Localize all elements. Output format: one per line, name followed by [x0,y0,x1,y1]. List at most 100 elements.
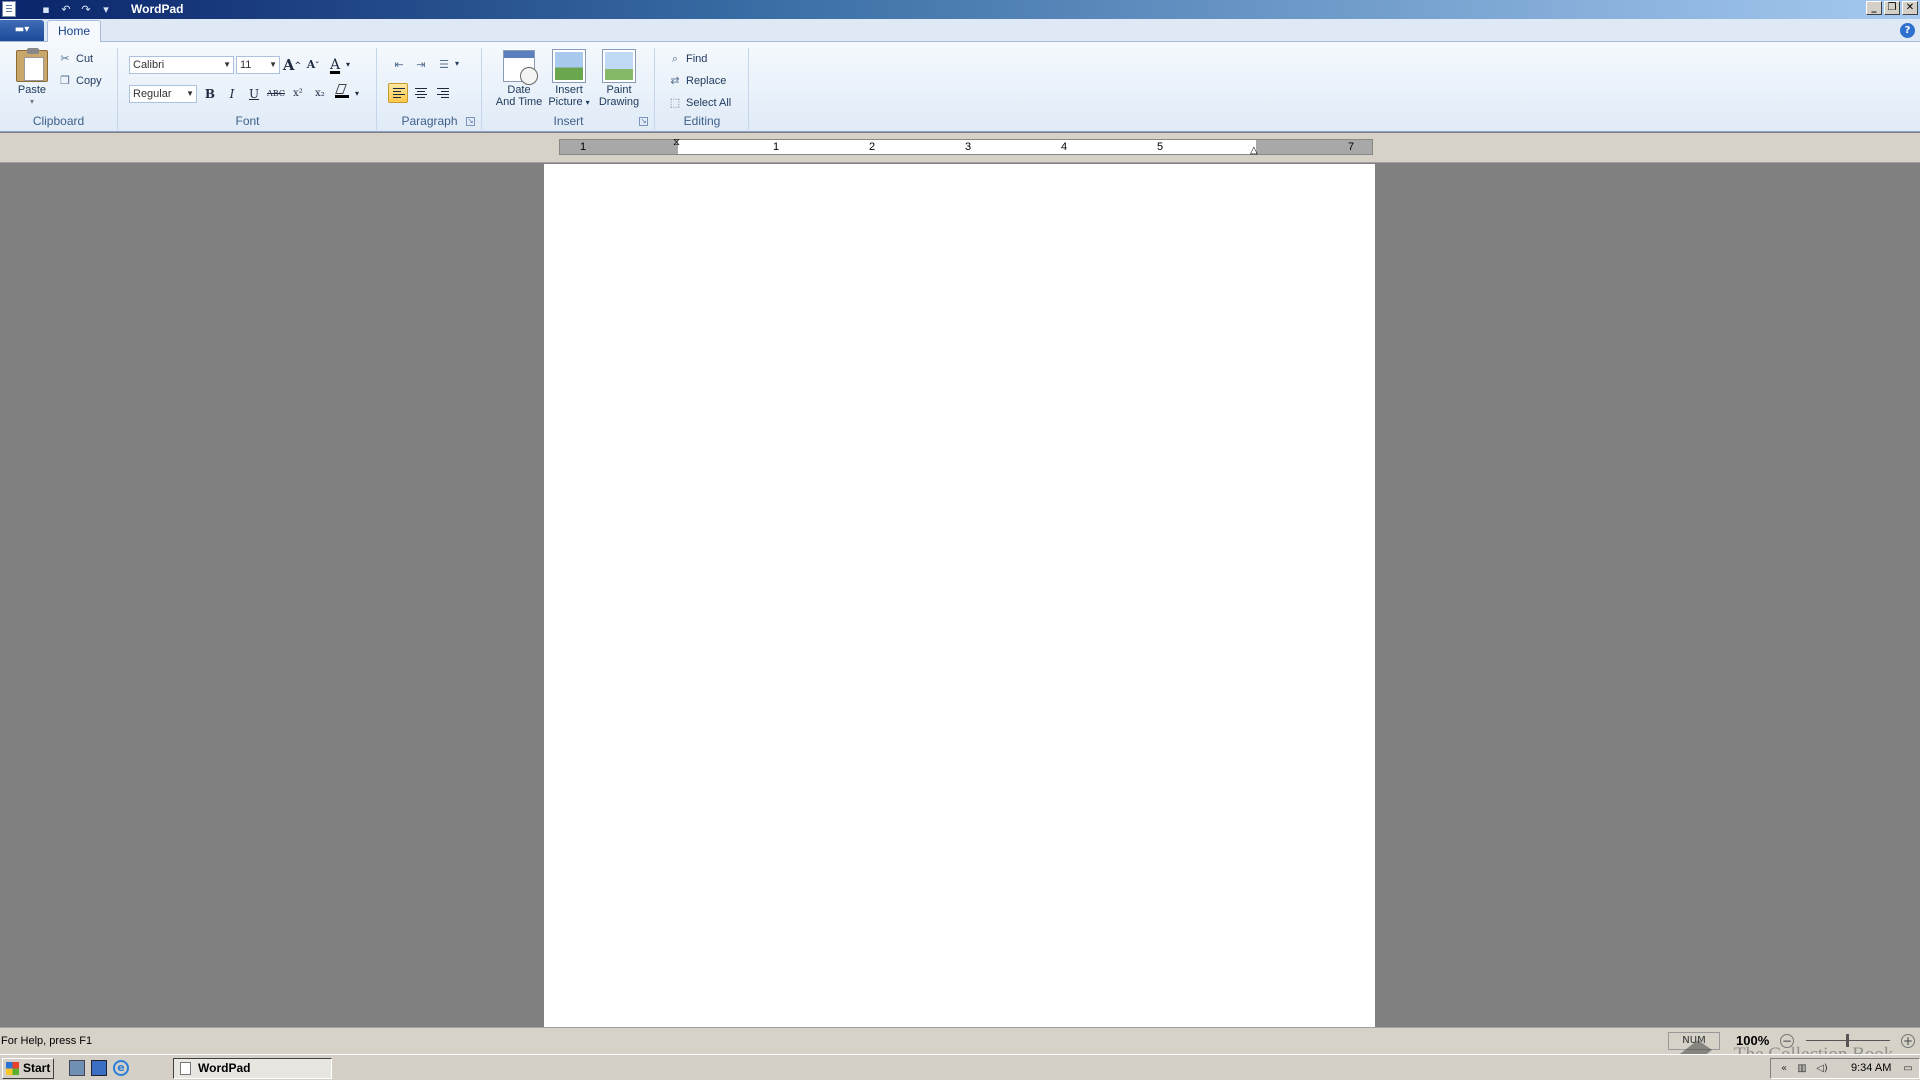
italic-button[interactable]: I [222,84,242,104]
replace-button[interactable]: ⇄ Replace [668,72,726,90]
paste-button[interactable]: Paste ▾ [14,48,50,108]
minimize-icon[interactable]: _ [1866,1,1882,15]
document-page[interactable] [544,164,1375,1027]
insert-dialog-launcher-icon[interactable]: ↘ [639,117,648,126]
date-time-label-1: Date [507,84,531,96]
ruler-left-margin [560,140,678,154]
copy-label: Copy [76,75,102,87]
select-all-icon: ⬚ [669,96,681,109]
chevron-down-icon: ▼ [269,60,277,69]
ruler-number: 2 [869,141,876,153]
paint-drawing-icon [602,49,636,83]
date-and-time-button[interactable]: Date And Time [495,50,543,108]
cut-button[interactable]: ✂ Cut [58,50,93,68]
paragraph-dialog-launcher-icon[interactable]: ↘ [466,117,475,126]
undo-icon[interactable]: ↶ [58,3,74,17]
decrease-indent-button[interactable]: ⇤ [388,55,408,75]
clock: 9:34 AM [1851,1062,1892,1074]
align-left-button[interactable] [388,83,408,103]
ruler-right-margin [1256,140,1372,154]
explorer-icon[interactable] [69,1060,85,1076]
scissors-icon: ✂ [60,52,70,65]
paste-label: Paste [17,84,47,96]
find-button[interactable]: ⌕ Find [668,50,708,68]
find-label: Find [686,53,708,65]
save-icon[interactable]: ▪ [38,3,54,17]
highlighter-icon [335,84,349,98]
increase-indent-button[interactable]: ⇥ [410,55,430,75]
select-all-label: Select All [686,97,732,109]
bullets-dropdown-icon: ▾ [455,59,460,68]
desktop-icon[interactable] [91,1060,107,1076]
strikethrough-button[interactable]: ABC [266,84,286,104]
internet-explorer-icon[interactable]: e [113,1060,129,1076]
underline-button[interactable]: U [244,84,264,104]
copy-button[interactable]: ❐ Copy [58,72,102,90]
superscript-button[interactable]: x² [288,84,308,104]
bold-button[interactable]: B [200,84,220,104]
tray-expand-icon[interactable]: « [1777,1062,1791,1076]
font-group-label: Font [235,114,260,128]
redo-icon[interactable]: ↷ [78,3,94,17]
paint-drawing-label-1: Paint [606,84,632,96]
font-size-value: 11 [240,59,252,71]
show-desktop-icon[interactable]: ▭ [1901,1062,1915,1076]
ruler-number: 3 [965,141,972,153]
binoculars-icon: ⌕ [671,52,679,65]
ruler-number: 1 [580,141,587,153]
ruler-number: 7 [1348,141,1355,153]
editing-group: ⌕ Find ⇄ Replace ⬚ Select All Editing [656,48,749,130]
document-workspace [0,164,1920,1027]
font-color-dropdown-icon[interactable]: ▾ [343,55,353,75]
horizontal-ruler[interactable]: 1 1 2 3 4 5 7 ⧖ △ [559,137,1373,156]
close-icon[interactable]: ✕ [1902,1,1918,15]
start-button[interactable]: Start [2,1058,54,1079]
ruler-number: 4 [1061,141,1068,153]
ruler-number: 5 [1157,141,1164,153]
application-menu-button[interactable]: ▬▾ [0,20,44,41]
restore-icon[interactable]: ❐ [1884,1,1900,15]
tab-home[interactable]: Home [47,20,101,43]
date-time-label-2: And Time [495,96,543,108]
status-help-text: For Help, press F1 [1,1035,93,1047]
zoom-in-icon[interactable]: + [1901,1034,1915,1048]
font-color-button[interactable]: A [325,55,345,75]
quick-access-toolbar: ▪ ↶ ↷ ▾ [38,2,114,17]
align-center-button[interactable] [410,83,430,103]
paint-drawing-button[interactable]: Paint Drawing [595,49,643,108]
chevron-down-icon: ▼ [186,89,194,98]
subscript-button[interactable]: x₂ [310,84,330,104]
replace-icon: ⇄ [670,74,680,87]
left-indent-marker-icon[interactable]: ⧖ [673,137,680,148]
shrink-font-button[interactable]: Aˇ [303,55,323,75]
network-icon[interactable]: ▥ [1795,1062,1809,1076]
font-family-dropdown[interactable]: Calibri ▼ [129,56,234,74]
grow-font-button[interactable]: A^ [282,55,302,75]
insert-picture-button[interactable]: Insert Picture ▾ [545,49,593,109]
status-bar: For Help, press F1 NUM 100% − + The Coll… [0,1027,1920,1074]
bullets-button[interactable]: ☰ ▾ [434,55,464,75]
select-all-button[interactable]: ⬚ Select All [668,94,731,112]
volume-icon[interactable]: ◁) [1815,1062,1829,1076]
taskbar-item-wordpad[interactable]: WordPad [173,1058,332,1079]
customize-qat-icon[interactable]: ▾ [98,3,114,17]
font-style-dropdown[interactable]: Regular ▼ [129,85,197,103]
highlight-dropdown-icon[interactable]: ▾ [352,84,362,104]
right-indent-marker-icon[interactable]: △ [1250,145,1258,156]
increase-indent-icon: ⇥ [416,58,426,71]
cut-label: Cut [76,53,94,65]
font-size-dropdown[interactable]: 11 ▼ [236,56,280,74]
windows-logo-icon [6,1062,19,1075]
wordpad-app-icon[interactable] [2,1,16,17]
highlight-button[interactable] [332,84,352,104]
font-style-value: Regular [133,88,172,100]
align-right-button[interactable] [432,83,452,103]
paint-drawing-label-2: Drawing [598,96,640,108]
font-group: Calibri ▼ 11 ▼ A^ Aˇ A ▾ Regular ▼ B I U AB… [119,48,377,130]
insert-picture-label-1: Insert [555,84,583,96]
start-label: Start [23,1061,51,1075]
help-icon[interactable]: ? [1900,23,1915,38]
window-title: WordPad [131,2,184,16]
ruler-number: 1 [773,141,780,153]
paste-dropdown-arrow-icon[interactable]: ▾ [14,96,50,108]
